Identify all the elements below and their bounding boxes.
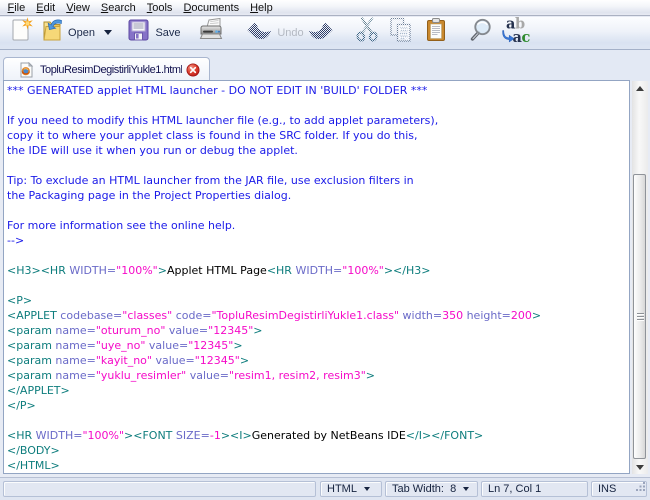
cursor-position-label: Ln 7, Col 1 — [488, 483, 542, 495]
find-magnifier-icon — [468, 17, 494, 48]
tab-filename: TopluResimDegistirliYukle1.html — [40, 63, 182, 76]
language-label: HTML — [327, 483, 357, 495]
window-resize-grip[interactable] — [635, 479, 647, 497]
editor-line: If you need to modify this HTML launcher… — [7, 114, 439, 127]
scroll-up-button[interactable] — [632, 81, 648, 95]
redo-button[interactable] — [303, 18, 339, 47]
save-button-label: Save — [155, 26, 181, 39]
new-button[interactable] — [5, 16, 37, 49]
language-dropdown-arrow-icon — [363, 487, 370, 491]
status-bar: HTML Tab Width: 8 Ln 7, Col 1 INS — [0, 477, 650, 500]
editor-line: the Packaging page in the Project Proper… — [7, 189, 292, 202]
open-button-label: Open — [68, 26, 95, 39]
new-document-icon — [8, 16, 34, 49]
copy-icon — [388, 17, 414, 48]
tab-toplu-resim[interactable]: TopluResimDegistirliYukle1.html — [3, 57, 210, 81]
editor-line: copy it to where your applet class is fo… — [7, 129, 418, 142]
editor-line: </APPLET> — [7, 384, 70, 397]
replace-button[interactable]: a b a c — [496, 16, 534, 48]
text-editor-area[interactable]: *** GENERATED applet HTML launcher - DO … — [3, 80, 630, 474]
tab-bar: TopluResimDegistirliYukle1.html — [0, 50, 650, 81]
editor-lines: *** GENERATED applet HTML launcher - DO … — [4, 81, 629, 473]
editor-line: <param name="oturum_no" value="12345"> — [7, 324, 263, 337]
find-button[interactable] — [464, 18, 498, 47]
open-folder-icon — [41, 17, 63, 48]
menu-documents[interactable]: Documents — [178, 1, 245, 15]
editor-line: </HTML> — [7, 459, 60, 472]
tab-width-selector[interactable]: Tab Width: 8 — [385, 481, 478, 497]
editor-line: --> — [7, 234, 25, 247]
tab-width-label: Tab Width: 8 — [392, 483, 457, 495]
menu-search[interactable]: Search — [95, 1, 141, 15]
open-dropdown-arrow-icon — [104, 30, 112, 35]
menu-tools[interactable]: Tools — [141, 1, 178, 15]
redo-icon — [308, 17, 334, 48]
scroll-down-button[interactable] — [632, 460, 648, 474]
paste-clipboard-icon — [424, 17, 448, 48]
gedit-window: File Edit View Search Tools Documents He… — [0, 0, 650, 500]
editor-line: </P> — [7, 399, 36, 412]
print-icon — [197, 17, 225, 48]
editor-line: Tip: To exclude an HTML launcher from th… — [7, 174, 414, 187]
cursor-position-indicator: Ln 7, Col 1 — [481, 481, 588, 497]
replace-ab-ac-icon: a b a c — [500, 16, 531, 48]
editor-line: <param name="uye_no" value="12345"> — [7, 339, 243, 352]
tab-close-button[interactable] — [186, 63, 200, 77]
statusbar-message-area — [3, 481, 316, 497]
menu-bar: File Edit View Search Tools Documents He… — [0, 0, 650, 16]
editor-line: <param name="yuklu_resimler" value="resi… — [7, 369, 375, 382]
language-selector[interactable]: HTML — [320, 481, 382, 497]
editor-line: For more information see the online help… — [7, 219, 236, 232]
scroll-down-arrow-icon — [636, 464, 644, 470]
save-button[interactable]: Save — [125, 18, 183, 47]
editor-line: </BODY> — [7, 444, 60, 457]
open-button[interactable]: Open — [39, 18, 97, 47]
open-dropdown-button[interactable] — [99, 18, 117, 47]
editor-line: <H3><HR WIDTH="100%">Applet HTML Page<HR… — [7, 264, 431, 277]
menu-help[interactable]: Help — [245, 1, 279, 15]
menu-edit[interactable]: Edit — [31, 1, 61, 15]
input-mode-label: INS — [598, 483, 617, 495]
tab-width-dropdown-arrow-icon — [463, 487, 470, 491]
editor-line: <P> — [7, 294, 33, 307]
undo-icon — [246, 17, 272, 48]
cut-scissors-icon — [354, 17, 380, 48]
scrollbar-thumb-grip-icon — [637, 312, 644, 322]
undo-button[interactable]: Undo — [246, 18, 304, 47]
menu-file[interactable]: File — [2, 1, 31, 15]
copy-button[interactable] — [384, 17, 418, 48]
cut-button[interactable] — [350, 17, 384, 48]
save-floppy-icon — [127, 18, 150, 47]
editor-line: <HR WIDTH="100%"><FONT SIZE=-1><I>Genera… — [7, 429, 484, 442]
scroll-up-arrow-icon — [636, 85, 644, 91]
print-button[interactable] — [193, 17, 229, 48]
editor-line: <param name="kayit_no" value="12345"> — [7, 354, 250, 367]
html-file-icon — [19, 61, 34, 78]
toolbar: Open Save Undo a b a c — [0, 16, 650, 50]
paste-button[interactable] — [419, 18, 453, 47]
editor-line: <APPLET codebase="classes" code="TopluRe… — [7, 309, 542, 322]
menu-view[interactable]: View — [61, 1, 96, 15]
editor-line: *** GENERATED applet HTML launcher - DO … — [7, 84, 428, 97]
vertical-scrollbar[interactable] — [632, 81, 648, 474]
scrollbar-thumb[interactable] — [633, 174, 646, 459]
svg-text:c: c — [522, 29, 531, 43]
undo-button-label: Undo — [277, 26, 304, 39]
editor-line: the IDE will use it when you run or debu… — [7, 144, 298, 157]
